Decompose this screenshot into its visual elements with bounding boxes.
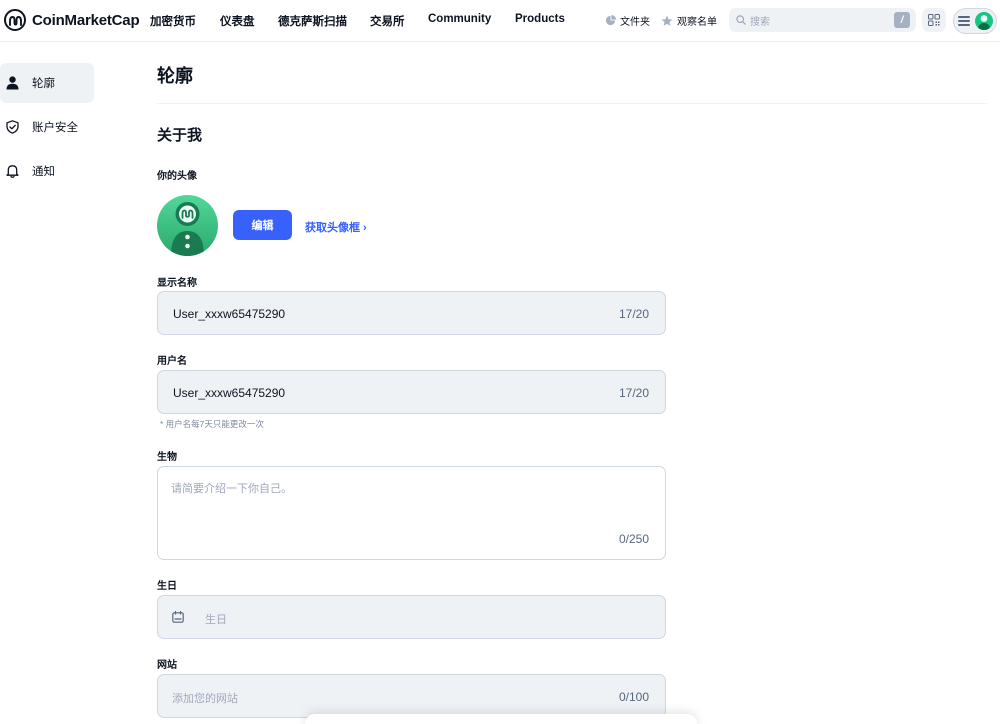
watchlist-link[interactable]: 观察名单 [661,13,717,28]
sidebar-item-label: 轮廓 [32,78,55,90]
star-icon [661,15,673,26]
pie-chart-icon [605,15,616,26]
username-hint: * 用户名每7天只能更改一次 [160,419,264,429]
avatar-label: 你的头像 [157,171,197,182]
display-name-counter: 17/20 [618,307,649,321]
username-counter: 17/20 [618,386,649,400]
portfolio-label: 文件夹 [620,17,650,28]
website-counter: 0/100 [618,690,649,704]
section-title-about-me: 关于我 [157,127,203,144]
user-icon [6,76,19,90]
bio-label: 生物 [157,452,177,463]
page-title: 轮廓 [157,66,193,86]
sidebar-item-notifications[interactable]: 通知 [0,151,94,191]
qr-code-icon [928,14,940,26]
birthday-placeholder: 生日 [205,614,227,626]
sidebar-item-profile[interactable]: 轮廓 [0,63,94,103]
bio-counter: 0/250 [618,532,649,546]
get-avatar-frame-link[interactable]: 获取头像框 › [305,219,367,235]
display-name-input[interactable]: User_xxxw65475290 17/20 [157,291,666,335]
bell-icon [6,165,19,178]
display-name-label: 显示名称 [157,278,197,289]
divider [157,103,987,104]
nav-link-products[interactable]: Products [515,13,565,25]
search-shortcut-key: / [894,12,910,28]
website-input[interactable]: 添加您的网站 0/100 [157,674,666,718]
username-label: 用户名 [157,356,187,367]
portfolio-link[interactable]: 文件夹 [605,13,650,28]
user-avatar [975,12,993,30]
logo-text: CoinMarketCap [32,11,140,29]
calendar-icon [172,611,184,623]
nav-link-exchanges[interactable]: 交易所 [370,13,405,29]
username-value: User_xxxw65475290 [173,386,286,400]
top-navbar: CoinMarketCap 加密货币 仪表盘 德克萨斯扫描 交易所 Commun… [0,0,1000,42]
sidebar-item-label: 账户安全 [32,122,78,134]
bio-textarea[interactable]: 请简要介绍一下你自己。 0/250 [157,466,666,560]
qr-code-button[interactable] [922,8,946,32]
floating-panel [305,714,697,724]
username-input[interactable]: User_xxxw65475290 17/20 [157,370,666,414]
nav-link-community[interactable]: Community [428,13,491,25]
birthday-label: 生日 [157,581,177,592]
sidebar-item-label: 通知 [32,166,55,178]
display-name-value: User_xxxw65475290 [173,307,286,321]
hamburger-icon [958,16,970,26]
nav-link-dashboard[interactable]: 仪表盘 [220,13,255,29]
main-menu-button[interactable] [953,8,997,34]
edit-avatar-button[interactable]: 编辑 [233,210,292,240]
website-placeholder: 添加您的网站 [172,693,238,705]
profile-avatar [157,195,218,256]
search-placeholder: 搜索 [750,16,770,28]
search-box[interactable]: 搜索 / [729,8,916,32]
nav-link-dexscan[interactable]: 德克萨斯扫描 [278,13,347,29]
sidebar-item-account-security[interactable]: 账户安全 [0,107,94,147]
website-label: 网站 [157,660,177,671]
nav-link-cryptocurrencies[interactable]: 加密货币 [150,13,196,29]
bio-placeholder: 请简要介绍一下你自己。 [171,483,292,495]
search-icon [736,15,746,25]
birthday-input[interactable]: 生日 [157,595,666,639]
coinmarketcap-logo[interactable]: CoinMarketCap [4,9,140,31]
logo-icon [4,9,26,31]
watchlist-label: 观察名单 [677,17,717,28]
shield-check-icon [6,120,19,134]
